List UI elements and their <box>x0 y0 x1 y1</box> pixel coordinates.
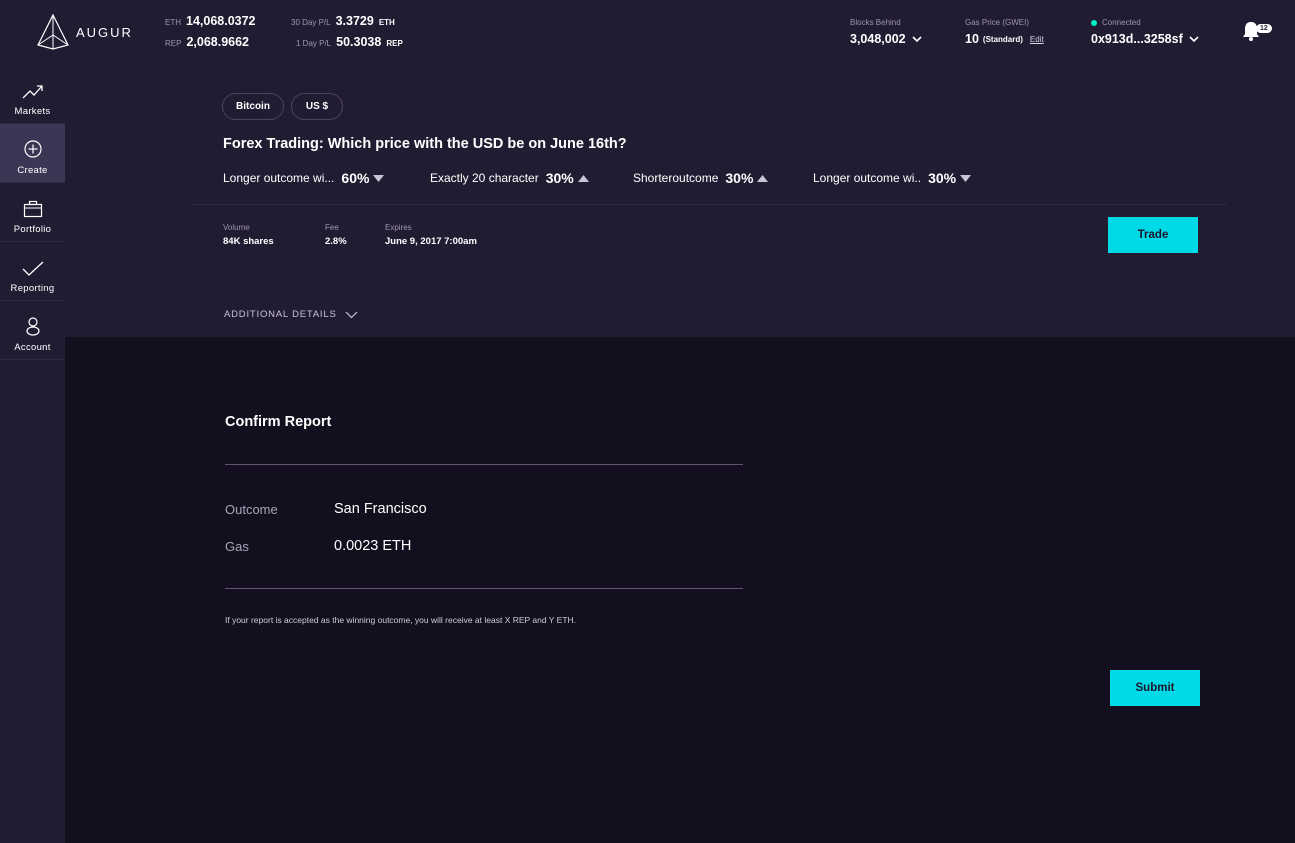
sidebar-item-account[interactable]: Account <box>0 301 65 360</box>
market-divider <box>193 204 1227 205</box>
sidebar-item-markets[interactable]: Markets <box>0 65 65 124</box>
fee-label: Fee <box>325 223 339 232</box>
eth-value: 14,068.0372 <box>186 14 256 28</box>
tag-bitcoin[interactable]: Bitcoin <box>222 93 284 120</box>
top-bar: AUGUR ETH 14,068.0372 REP 2,068.9662 30 … <box>0 0 1295 65</box>
outcome-percent: 30% <box>928 170 957 186</box>
confirm-divider-bottom <box>225 588 743 589</box>
additional-details-label: ADDITIONAL DETAILS <box>224 309 337 320</box>
check-icon <box>22 261 43 276</box>
sidebar-item-label: Account <box>14 342 51 353</box>
sidebar-nav: Markets Create Portfolio Reporting Accou… <box>0 65 65 843</box>
pl-1-day: 1 Day P/L 50.3038 REP <box>296 35 403 49</box>
plus-circle-icon <box>23 140 42 158</box>
rep-value: 2,068.9662 <box>186 35 250 49</box>
fee-value: 2.8% <box>325 236 347 247</box>
connection-status: Connected <box>1091 18 1141 27</box>
augur-logo[interactable]: AUGUR <box>36 13 133 51</box>
outcome-item: Longer outcome wi... 60% <box>223 170 385 186</box>
gas-edit-link[interactable]: Edit <box>1030 35 1044 44</box>
account-address: 0x913d...3258sf <box>1091 32 1183 46</box>
blocks-behind-value: 3,048,002 <box>850 32 906 46</box>
outcome-name: Longer outcome wi.. <box>813 171 922 185</box>
triangle-up-icon <box>577 174 589 182</box>
sidebar-item-create[interactable]: Create <box>0 124 65 183</box>
market-expires: Expires June 9, 2017 7:00am <box>385 223 477 247</box>
rep-balance: REP 2,068.9662 <box>165 35 249 49</box>
outcome-percent: 30% <box>545 170 574 186</box>
gas-price-type: (Standard) <box>982 34 1023 44</box>
submit-button[interactable]: Submit <box>1110 670 1200 706</box>
outcome-item: Exactly 20 character 30% <box>430 170 589 186</box>
outcome-name: Longer outcome wi... <box>223 171 335 185</box>
triangle-down-icon <box>960 174 972 182</box>
sidebar-item-label: Reporting <box>10 283 55 294</box>
outcome-percent: 60% <box>341 170 370 186</box>
gas-price-value: 10 <box>965 32 979 46</box>
logo-text: AUGUR <box>76 24 133 40</box>
reward-note: If your report is accepted as the winnin… <box>225 615 577 625</box>
sidebar-item-label: Create <box>17 165 48 176</box>
market-volume: Volume 84K shares <box>223 223 274 247</box>
pl-1-value: 50.3038 <box>336 35 382 49</box>
market-fee: Fee 2.8% <box>325 223 347 247</box>
eth-label: ETH <box>165 18 181 27</box>
confirm-divider-top <box>225 464 743 465</box>
sidebar-item-label: Markets <box>14 106 51 117</box>
outcome-name: Shorteroutcome <box>633 171 719 185</box>
expires-value: June 9, 2017 7:00am <box>385 236 477 247</box>
blocks-behind-label: Blocks Behind <box>850 18 901 27</box>
chevron-down-icon <box>1189 35 1199 42</box>
chevron-down-icon <box>912 35 922 42</box>
additional-details-toggle[interactable]: ADDITIONAL DETAILS <box>224 309 358 320</box>
pl-1-label: 1 Day P/L <box>296 39 332 48</box>
outcome-percent: 30% <box>725 170 754 186</box>
pl-30-value: 3.3729 <box>335 14 374 28</box>
market-title[interactable]: Forex Trading: Which price with the USD … <box>223 136 627 152</box>
tag-usd[interactable]: US $ <box>291 93 343 120</box>
blocks-behind-dropdown[interactable]: 3,048,002 <box>850 32 922 46</box>
rep-label: REP <box>165 39 182 48</box>
volume-label: Volume <box>223 223 250 232</box>
triangle-up-icon <box>757 174 769 182</box>
pl-30-day: 30 Day P/L 3.3729 ETH <box>291 14 395 28</box>
connection-label: Connected <box>1102 18 1141 27</box>
outcome-label: Outcome <box>225 502 278 517</box>
pl-1-unit: REP <box>386 39 403 48</box>
trend-up-icon <box>22 85 43 99</box>
outcome-name: Exactly 20 character <box>430 171 539 185</box>
pl-30-unit: ETH <box>378 18 395 27</box>
outcome-value: San Francisco <box>334 501 427 517</box>
augur-logo-icon <box>37 13 69 50</box>
confirm-report-title: Confirm Report <box>225 414 332 430</box>
outcome-item: Longer outcome wi.. 30% <box>813 170 972 186</box>
pl-30-label: 30 Day P/L <box>291 18 331 27</box>
gas-price-label: Gas Price (GWEI) <box>965 18 1030 27</box>
user-icon <box>25 317 40 336</box>
volume-value: 84K shares <box>223 236 274 247</box>
chevron-down-icon <box>345 311 358 318</box>
sidebar-item-label: Portfolio <box>13 224 52 235</box>
connected-dot-icon <box>1091 19 1097 26</box>
outcome-item: Shorteroutcome 30% <box>633 170 769 186</box>
account-dropdown[interactable]: 0x913d...3258sf <box>1091 32 1199 46</box>
gas-price: 10 (Standard) Edit <box>965 32 1044 46</box>
sidebar-item-reporting[interactable]: Reporting <box>0 242 65 301</box>
sidebar-item-portfolio[interactable]: Portfolio <box>0 183 65 242</box>
eth-balance: ETH 14,068.0372 <box>165 14 256 28</box>
gas-label: Gas <box>225 539 249 554</box>
trade-button[interactable]: Trade <box>1108 217 1198 253</box>
briefcase-icon <box>23 200 42 218</box>
expires-label: Expires <box>385 223 412 232</box>
notification-count-badge: 12 <box>1256 24 1272 33</box>
market-panel: Bitcoin US $ Forex Trading: Which price … <box>65 65 1295 337</box>
triangle-down-icon <box>373 174 385 182</box>
gas-value: 0.0023 ETH <box>334 538 412 554</box>
